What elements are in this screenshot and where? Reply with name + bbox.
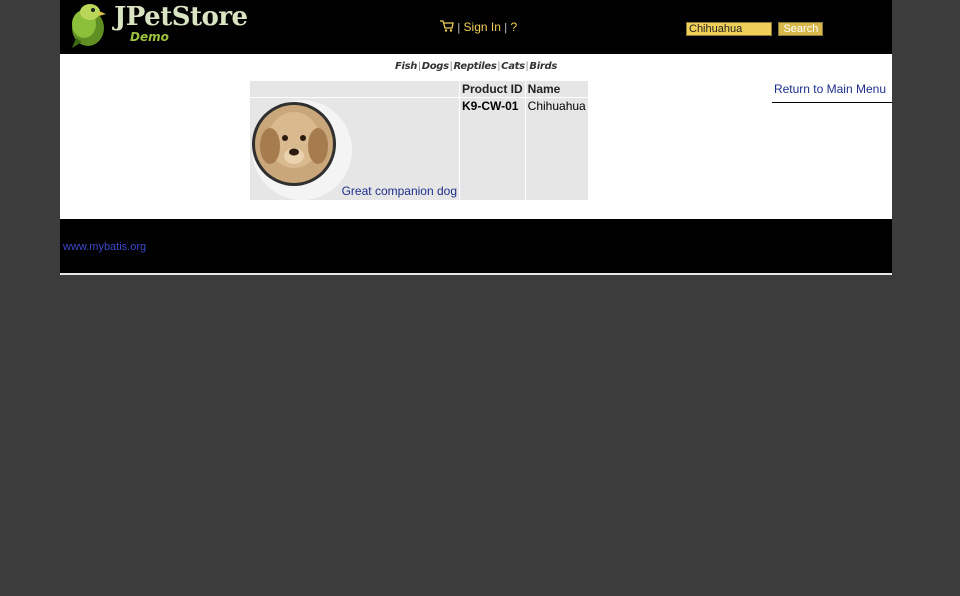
product-description: Great companion dog xyxy=(341,184,457,198)
help-link[interactable]: ? xyxy=(510,20,517,34)
quicklink-separator: | xyxy=(418,61,421,72)
search-button[interactable]: Search xyxy=(778,21,824,36)
menu-separator: | xyxy=(504,22,508,34)
header: JPetStore Demo | Sign In | ? Search xyxy=(60,0,892,54)
product-id-link[interactable]: K9-CW-01 xyxy=(460,98,525,200)
search-input[interactable] xyxy=(686,21,772,36)
return-to-main-menu-link[interactable]: Return to Main Menu xyxy=(774,82,886,96)
product-image-cell[interactable]: Great companion dog xyxy=(250,98,459,200)
header-menu: | Sign In | ? xyxy=(440,20,517,35)
dog-photo-icon xyxy=(252,100,352,200)
back-link-box: Return to Main Menu xyxy=(772,80,892,103)
quicklink-cats[interactable]: Cats xyxy=(501,61,525,72)
parrot-logo-icon xyxy=(72,4,106,48)
product-name: Chihuahua xyxy=(525,98,588,200)
page-container: JPetStore Demo | Sign In | ? Search Fish… xyxy=(60,0,892,275)
quicklink-separator: | xyxy=(497,61,501,72)
menu-separator: | xyxy=(457,22,461,34)
column-header-image xyxy=(250,81,459,97)
column-header-product-id: Product ID xyxy=(460,81,525,97)
quicklink-birds[interactable]: Birds xyxy=(529,61,557,72)
footer: www.mybatis.org xyxy=(60,219,892,275)
quicklink-separator: | xyxy=(525,61,529,72)
search-form: Search xyxy=(686,20,824,38)
table-header-row: Product ID Name xyxy=(250,81,588,97)
logo[interactable]: JPetStore Demo xyxy=(66,2,248,48)
category-quicklinks: Fish|Dogs|Reptiles|Cats|Birds xyxy=(60,54,892,74)
quicklink-reptiles[interactable]: Reptiles xyxy=(453,61,496,72)
table-row: Great companion dog K9-CW-01 Chihuahua xyxy=(250,98,588,200)
logo-title: JPetStore xyxy=(114,2,248,32)
cart-icon[interactable] xyxy=(440,20,454,35)
logo-subtitle: Demo xyxy=(130,30,169,44)
product-table: Product ID Name Great companion dog K9-C… xyxy=(249,80,589,201)
column-header-name: Name xyxy=(525,81,588,97)
mybatis-link[interactable]: www.mybatis.org xyxy=(63,241,146,253)
quicklink-dogs[interactable]: Dogs xyxy=(422,61,449,72)
quicklink-fish[interactable]: Fish xyxy=(395,61,417,72)
sign-in-link[interactable]: Sign In xyxy=(464,20,501,34)
main-content: Return to Main Menu Product ID Name Grea… xyxy=(60,74,892,219)
